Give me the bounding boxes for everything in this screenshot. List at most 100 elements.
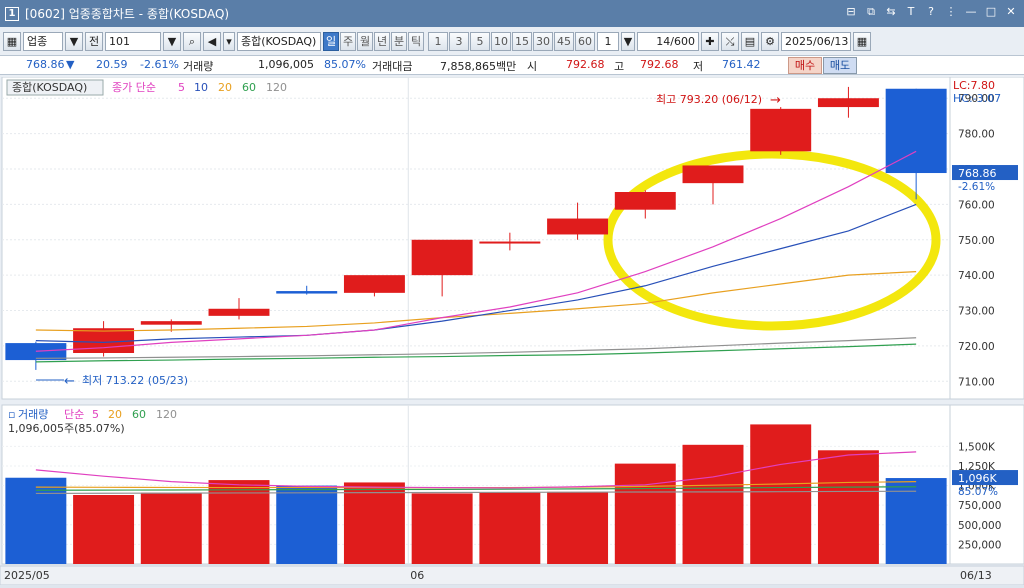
high-annotation: 최고 793.20 (06/12): [656, 93, 762, 106]
draw-tool-icon[interactable]: ⤯: [721, 31, 739, 51]
volume-bar: [276, 485, 338, 564]
low-annotation: 최저 713.22 (05/23): [82, 374, 188, 387]
crosshair-icon[interactable]: ✚: [701, 31, 719, 51]
calendar-icon[interactable]: ▦: [853, 31, 871, 51]
link-icon[interactable]: ⇆: [884, 5, 898, 19]
price-tick-4: 750.00: [958, 235, 995, 247]
price-legend-ma-60: 60: [242, 81, 256, 94]
candle-body: [343, 275, 405, 293]
volume-pct-tag: 85.07%: [958, 486, 998, 498]
candle-body: [208, 308, 270, 316]
data-count-field[interactable]: 14/600: [637, 31, 699, 51]
price-tick-7: 720.00: [958, 341, 995, 353]
volume-legend-prefix: 단순: [64, 408, 84, 421]
lc-label: LC:7.80: [953, 79, 995, 92]
open-value: 792.68: [566, 58, 605, 71]
volume-tick-4: 500,000: [958, 520, 1001, 532]
more-icon[interactable]: ⋮: [944, 5, 958, 19]
x-axis: [0, 565, 1024, 586]
search-icon[interactable]: ⌕: [183, 31, 201, 51]
x-label-date: 06/13: [960, 569, 992, 582]
interval-button-30[interactable]: 30: [533, 31, 553, 51]
layout-icon[interactable]: ⊟: [844, 5, 858, 19]
custom-interval-dropdown-icon[interactable]: ▼: [621, 31, 635, 51]
help-icon[interactable]: ?: [924, 5, 938, 19]
sell-button[interactable]: 매도: [823, 57, 857, 74]
candle-body: [479, 241, 541, 244]
low-label: 저: [693, 60, 704, 73]
high-arrow-icon: →: [770, 93, 781, 108]
low-value: 761.42: [722, 58, 761, 71]
volume-label: 거래량: [183, 60, 214, 73]
all-toggle[interactable]: 전: [85, 31, 103, 51]
open-label: 시: [527, 60, 538, 73]
interval-button-10[interactable]: 10: [491, 31, 511, 51]
code-dropdown-icon[interactable]: ▼: [163, 31, 181, 51]
current-price: 768.86: [26, 58, 65, 71]
maximize-icon[interactable]: □: [984, 5, 998, 19]
period-tab-3[interactable]: 년: [374, 31, 390, 51]
chevron-down-icon[interactable]: ▼: [65, 31, 83, 51]
volume-legend-ma-60: 60: [132, 408, 146, 421]
interval-button-15[interactable]: 15: [512, 31, 532, 51]
price-tick-1: 780.00: [958, 129, 995, 141]
period-tabs: 일주월년분틱: [323, 31, 424, 51]
nav-dropdown-icon[interactable]: ▾: [223, 31, 235, 51]
period-tab-5[interactable]: 틱: [408, 31, 424, 51]
price-legend-ma-20: 20: [218, 81, 232, 94]
period-tab-1[interactable]: 주: [340, 31, 356, 51]
candle-body: [140, 321, 202, 325]
volume-bar: [343, 482, 405, 564]
price-tick-5: 740.00: [958, 270, 995, 282]
custom-interval-input[interactable]: 1: [597, 31, 619, 51]
volume-bar: [73, 494, 135, 564]
quote-bar: 768.86 ▼ 20.59 -2.61% 거래량 1,096,005 85.0…: [0, 55, 1024, 75]
grid-icon[interactable]: ▦: [3, 31, 21, 51]
volume-bar: [750, 424, 812, 564]
price-change-pct: -2.61%: [140, 58, 179, 71]
price-tick-8: 710.00: [958, 376, 995, 388]
minimize-icon[interactable]: —: [964, 5, 978, 19]
price-legend-ma-10: 10: [194, 81, 208, 94]
volume-bar: [140, 492, 202, 564]
category-select[interactable]: 업종: [23, 31, 63, 51]
window-title: [0602] 업종종합차트 - 종합(KOSDAQ): [25, 7, 230, 21]
index-name-field: 종합(KOSDAQ): [237, 31, 321, 51]
x-label-month-2: 06: [410, 569, 424, 582]
interval-button-5[interactable]: 5: [470, 31, 490, 51]
code-input[interactable]: 101: [105, 31, 161, 51]
toolbar: ▦ 업종 ▼ 전 101 ▼ ⌕ ◀ ▾ 종합(KOSDAQ) 일주월년분틱 1…: [0, 29, 1024, 53]
window-controls: ⊟ ⧉ ⇆ T ? ⋮ — □ ✕: [844, 5, 1018, 19]
interval-button-1[interactable]: 1: [428, 31, 448, 51]
candle-body: [817, 98, 879, 108]
save-icon[interactable]: ▤: [741, 31, 759, 51]
low-arrow-icon: ←: [64, 374, 75, 389]
title-bar: 1 [0602] 업종종합차트 - 종합(KOSDAQ) ⊟ ⧉ ⇆ T ? ⋮…: [0, 0, 1024, 27]
candle-body: [885, 88, 947, 174]
close-icon[interactable]: ✕: [1004, 5, 1018, 19]
price-tick-3: 760.00: [958, 199, 995, 211]
candle-body: [614, 192, 676, 210]
speaker-icon[interactable]: ◀: [203, 31, 221, 51]
interval-button-3[interactable]: 3: [449, 31, 469, 51]
period-tab-4[interactable]: 분: [391, 31, 407, 51]
period-tab-0[interactable]: 일: [323, 31, 339, 51]
interval-button-45[interactable]: 45: [554, 31, 574, 51]
buy-button[interactable]: 매수: [788, 57, 822, 74]
volume-bar: [411, 493, 473, 564]
candle-body: [547, 218, 609, 235]
price-legend-prefix: 종가 단순: [112, 81, 156, 94]
date-input[interactable]: 2025/06/13: [781, 31, 851, 51]
amount-value: 7,858,865백만: [440, 60, 517, 73]
period-tab-2[interactable]: 월: [357, 31, 373, 51]
price-change: 20.59: [96, 58, 128, 71]
settings-icon[interactable]: ⚙: [761, 31, 779, 51]
chart-canvas[interactable]: 790.00780.00770.00760.00750.00740.00730.…: [0, 76, 1024, 586]
volume-tick-3: 750,000: [958, 500, 1001, 512]
down-arrow-icon: ▼: [66, 58, 75, 71]
candle-body: [682, 165, 744, 184]
font-icon[interactable]: T: [904, 5, 918, 19]
interval-button-60[interactable]: 60: [575, 31, 595, 51]
copy-icon[interactable]: ⧉: [864, 5, 878, 19]
window-badge: 1: [5, 6, 19, 21]
